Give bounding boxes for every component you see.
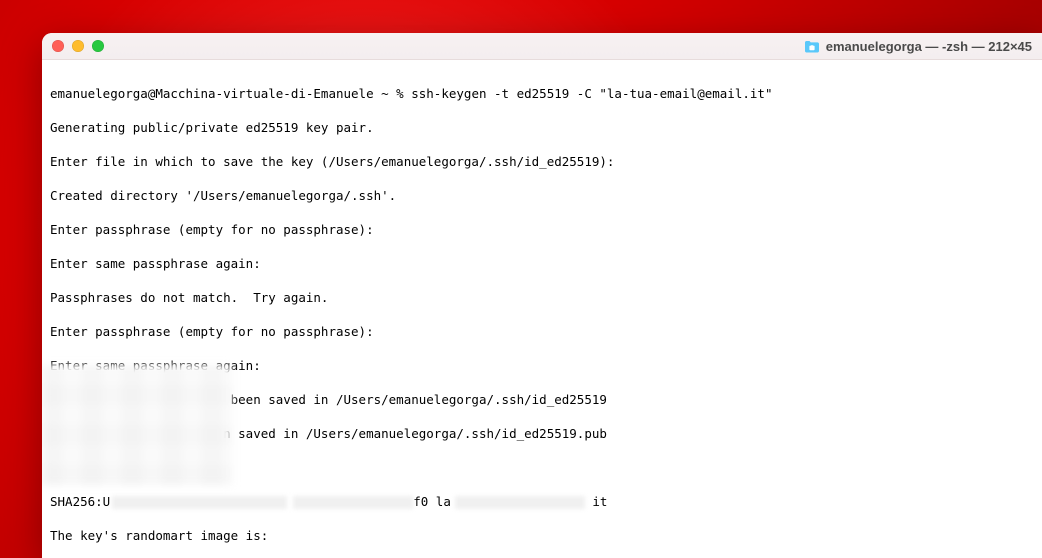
fingerprint-prefix: SHA256:U [50,494,110,509]
prompt-line: emanuelegorga@Macchina-virtuale-di-Emanu… [50,85,1034,102]
window-controls [52,40,104,52]
fingerprint-suffix: it [585,494,608,509]
redacted-region [455,496,585,509]
zoom-button[interactable] [92,40,104,52]
command-text: ssh-keygen -t ed25519 -C "la-tua-email@e… [411,86,772,101]
folder-icon [804,40,820,53]
output-line: Enter file in which to save the key (/Us… [50,153,1034,170]
output-line: Enter passphrase (empty for no passphras… [50,323,1034,340]
terminal-content[interactable]: emanuelegorga@Macchina-virtuale-di-Emanu… [42,60,1042,558]
redacted-region [293,496,413,509]
prompt-user: emanuelegorga@Macchina-virtuale-di-Emanu… [50,86,411,101]
output-line: The key's randomart image is: [50,527,1034,544]
output-line: Passphrases do not match. Try again. [50,289,1034,306]
window-titlebar[interactable]: emanuelegorga — -zsh — 212×45 [42,33,1042,60]
output-line: Enter same passphrase again: [50,255,1034,272]
fingerprint-line: SHA256:U f0 la it [50,493,1034,510]
minimize-button[interactable] [72,40,84,52]
terminal-window: emanuelegorga — -zsh — 212×45 emanuelego… [42,33,1042,558]
fingerprint-mid: f0 la [413,494,451,509]
redacted-randomart-block [42,365,232,485]
redacted-region [112,496,287,509]
desktop-background: emanuelegorga — -zsh — 212×45 emanuelego… [0,0,1042,558]
close-button[interactable] [52,40,64,52]
window-title: emanuelegorga — -zsh — 212×45 [804,39,1032,54]
output-line: Generating public/private ed25519 key pa… [50,119,1034,136]
output-line: Created directory '/Users/emanuelegorga/… [50,187,1034,204]
output-line: Enter passphrase (empty for no passphras… [50,221,1034,238]
window-title-text: emanuelegorga — -zsh — 212×45 [826,39,1032,54]
